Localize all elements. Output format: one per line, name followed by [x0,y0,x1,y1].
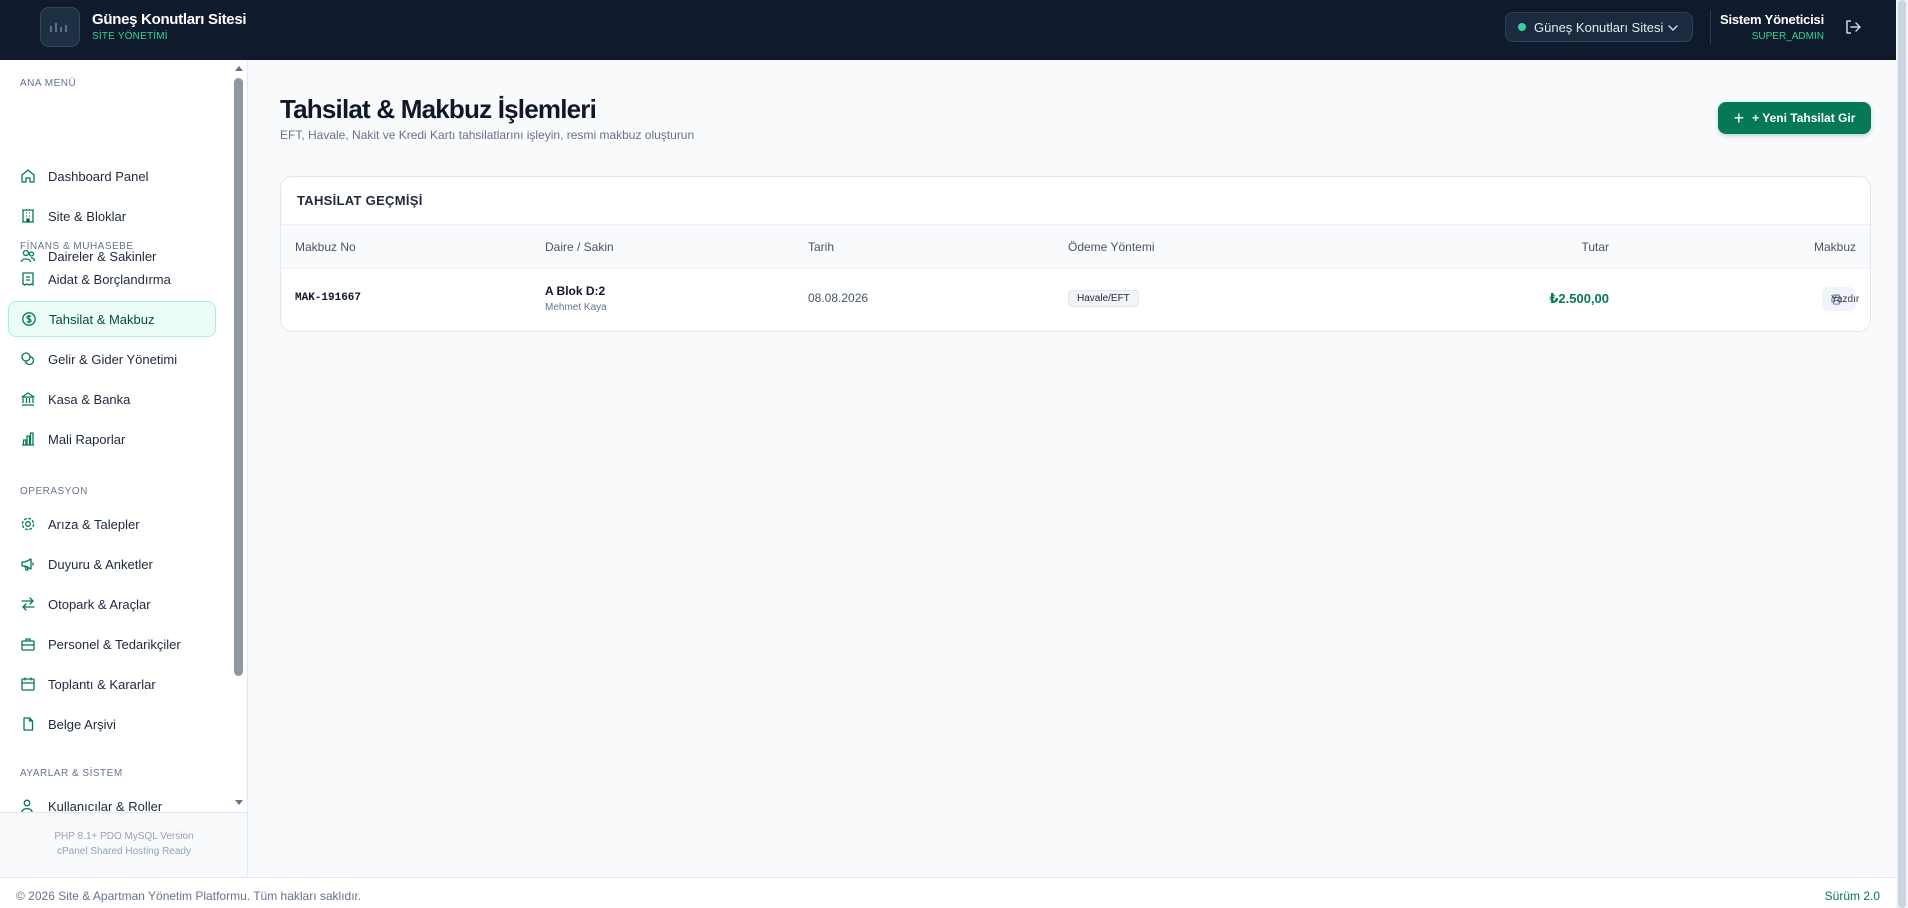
sidebar-item-label: Tahsilat & Makbuz [49,311,155,327]
payment-method-badge: Havale/EFT [1068,290,1139,307]
sidebar-item-toplanti[interactable]: Toplantı & Kararlar [8,666,216,702]
collection-history-card: TAHSİLAT GEÇMİŞİ Makbuz No Daire / Sakin… [280,176,1871,332]
tutar: ₺2.500,00 [1549,291,1609,306]
col-header-makbuz[interactable]: Makbuz [1814,240,1856,254]
sidebar-item-dashboard[interactable]: Dashboard Panel [8,158,216,194]
sidebar-item-site-bloklar[interactable]: Site & Bloklar [8,198,216,234]
sidebar-item-label: Belge Arşivi [48,716,116,732]
sidebar-item-aidat[interactable]: Aidat & Borçlandırma [8,261,216,297]
print-receipt-button[interactable]: Yazdır [1822,287,1860,311]
tarih: 08.08.2026 [808,291,869,305]
sidebar-item-label: Toplantı & Kararlar [48,676,156,692]
main-content: Tahsilat & Makbuz İşlemleri EFT, Havale,… [249,60,1908,877]
sidebar-item-label: Kasa & Banka [48,391,131,407]
building-logo-icon[interactable] [40,7,80,47]
dollar-circle-icon [22,312,36,326]
brand-subtitle: SİTE YÖNETİMİ [92,31,168,42]
section-title-finans: FİNANS & MUHASEBE [20,241,134,252]
print-label: Yazdır [1831,293,1860,305]
version-text: Sürüm 2.0 [1824,889,1880,903]
sidebar-item-otopark[interactable]: Otopark & Araçlar [8,586,216,622]
chevron-down-icon [1668,25,1678,32]
coins-icon [21,352,35,366]
sidebar-item-label: Mali Raporlar [48,431,126,447]
user-name: Sistem Yöneticisi [1719,12,1824,27]
sidebar-item-kasa-banka[interactable]: Kasa & Banka [8,381,216,417]
col-header-odeme-yontemi[interactable]: Ödeme Yöntemi [1068,240,1155,254]
megaphone-icon [21,558,34,571]
sidebar-item-label: Arıza & Talepler [48,516,140,532]
bar-chart-icon [22,432,34,446]
card-title: TAHSİLAT GEÇMİŞİ [281,177,1870,225]
file-icon [23,717,34,731]
sidebar-item-belge[interactable]: Belge Arşivi [8,706,216,742]
sidebar-footer: PHP 8.1+ PDO MySQL Version cPanel Shared… [0,812,247,877]
col-header-tarih[interactable]: Tarih [808,240,834,254]
page-subtitle: EFT, Havale, Nakit ve Kredi Kartı tahsil… [280,128,695,142]
table-row[interactable]: MAK-191667 A Blok D:2 Mehmet Kaya 08.08.… [281,269,1870,331]
sidebar-scrollbar[interactable] [232,60,246,812]
sidebar-item-label: Aidat & Borçlandırma [48,271,171,287]
page-title: Tahsilat & Makbuz İşlemleri [280,94,597,124]
status-dot [1518,23,1526,31]
site-selector[interactable]: Güneş Konutları Sitesi [1505,12,1693,42]
sidebar-item-label: Personel & Tedarikçiler [48,636,181,652]
new-collection-label: + Yeni Tahsilat Gir [1752,111,1856,125]
sidebar-scroll-thumb[interactable] [234,78,243,676]
building-icon [22,209,34,223]
col-header-tutar[interactable]: Tutar [1581,240,1609,254]
page-footer: © 2026 Site & Apartman Yönetim Platformu… [0,877,1896,908]
top-header: Güneş Konutları Sitesi SİTE YÖNETİMİ Gün… [0,0,1908,60]
sidebar-item-tahsilat[interactable]: Tahsilat & Makbuz [8,301,216,337]
sakin: Mehmet Kaya [545,302,607,313]
copyright-text: © 2026 Site & Apartman Yönetim Platformu… [16,889,362,903]
sidebar-item-kullanicilar[interactable]: Kullanıcılar & Roller [8,788,216,812]
sidebar-item-label: Otopark & Araçlar [48,596,151,612]
sidebar-item-label: Kullanıcılar & Roller [48,798,163,813]
sidebar-item-ariza[interactable]: Arıza & Talepler [8,506,216,542]
sidebar-item-mali-raporlar[interactable]: Mali Raporlar [8,421,216,457]
page-scroll-thumb[interactable] [1898,0,1906,908]
calendar-icon [21,677,35,691]
section-title-ayarlar: AYARLAR & SİSTEM [20,768,123,779]
gear-icon [21,517,35,531]
logout-icon[interactable] [1844,18,1862,36]
swap-arrows-icon [21,597,35,611]
sidebar-item-gelir-gider[interactable]: Gelir & Gider Yönetimi [8,341,216,377]
page-scrollbar[interactable] [1896,0,1908,908]
table-header: Makbuz No Daire / Sakin Tarih Ödeme Yönt… [281,225,1870,269]
plus-icon: + [1733,108,1745,128]
logo-graphic [50,23,67,32]
new-collection-button[interactable]: + + Yeni Tahsilat Gir [1718,102,1871,134]
sidebar-footer-line2: cPanel Shared Hosting Ready [57,846,191,857]
sidebar: ANA MENÜ Dashboard Panel Site & Bloklar … [0,60,248,877]
user-roles-icon [21,799,33,812]
sidebar-item-label: Gelir & Gider Yönetimi [48,351,178,367]
sidebar-footer-line1: PHP 8.1+ PDO MySQL Version [54,831,194,842]
sidebar-item-personel[interactable]: Personel & Tedarikçiler [8,626,216,662]
user-role: SUPER_ADMIN [1751,31,1824,42]
sidebar-item-label: Site & Bloklar [48,208,127,224]
home-icon [21,169,35,183]
brand-title: Güneş Konutları Sitesi [92,11,247,28]
section-title-operasyon: OPERASYON [20,486,88,497]
col-header-daire-sakin[interactable]: Daire / Sakin [545,240,614,254]
col-header-makbuz-no[interactable]: Makbuz No [295,240,356,254]
sidebar-item-label: Duyuru & Anketler [48,556,153,572]
header-divider [1710,10,1711,44]
sidebar-item-duyuru[interactable]: Duyuru & Anketler [8,546,216,582]
scroll-up-arrow-icon[interactable] [235,66,243,71]
sidebar-nav: ANA MENÜ Dashboard Panel Site & Bloklar … [0,60,232,812]
sidebar-item-label: Dashboard Panel [48,168,149,184]
receipt-icon [22,272,34,286]
site-selector-value: Güneş Konutları Sitesi [1534,19,1664,35]
daire: A Blok D:2 [545,284,606,298]
scroll-down-arrow-icon[interactable] [235,800,243,805]
section-title-ana-menu: ANA MENÜ [20,78,77,89]
makbuz-no: MAK-191667 [295,292,362,304]
brand: Güneş Konutları Sitesi SİTE YÖNETİMİ [92,11,247,42]
briefcase-icon [21,638,35,651]
bank-icon [21,392,35,406]
user-info: Sistem Yöneticisi SUPER_ADMIN [1720,12,1824,42]
